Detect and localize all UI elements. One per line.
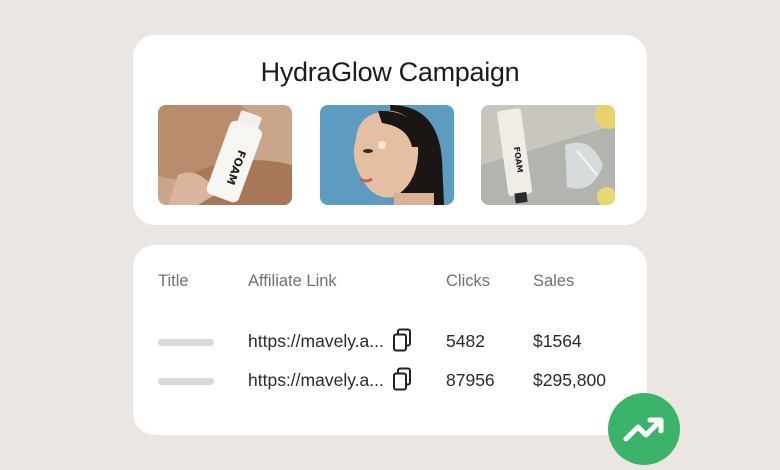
affiliate-link[interactable]: https://mavely.a... bbox=[248, 331, 384, 352]
campaign-image-portrait[interactable] bbox=[320, 105, 454, 205]
header-title: Title bbox=[158, 272, 189, 290]
sales-value: $1564 bbox=[533, 331, 582, 351]
campaign-title: HydraGlow Campaign bbox=[260, 57, 520, 87]
trending-badge bbox=[608, 393, 680, 465]
copy-icon[interactable] bbox=[392, 367, 412, 391]
title-placeholder bbox=[158, 339, 214, 346]
clicks-value: 5482 bbox=[446, 331, 485, 351]
header-clicks: Clicks bbox=[446, 272, 490, 290]
table-row: https://mavely.a... 87956 $295,800 bbox=[133, 366, 647, 396]
campaign-card: HydraGlow Campaign FOAM FOAM bbox=[133, 35, 647, 225]
title-placeholder bbox=[158, 378, 214, 385]
trending-up-icon bbox=[623, 417, 664, 442]
sales-value: $295,800 bbox=[533, 370, 606, 390]
header-sales: Sales bbox=[533, 272, 575, 290]
table-row: https://mavely.a... 5482 $1564 bbox=[133, 327, 647, 357]
campaign-image-tube[interactable]: FOAM bbox=[481, 105, 615, 205]
affiliate-link[interactable]: https://mavely.a... bbox=[248, 370, 384, 391]
clicks-value: 87956 bbox=[446, 370, 495, 390]
campaign-image-bottle[interactable]: FOAM bbox=[158, 105, 292, 205]
copy-icon[interactable] bbox=[392, 328, 412, 352]
affiliate-table-card: Title Affiliate Link Clicks Sales https:… bbox=[133, 245, 647, 435]
header-affiliate-link: Affiliate Link bbox=[248, 272, 337, 290]
